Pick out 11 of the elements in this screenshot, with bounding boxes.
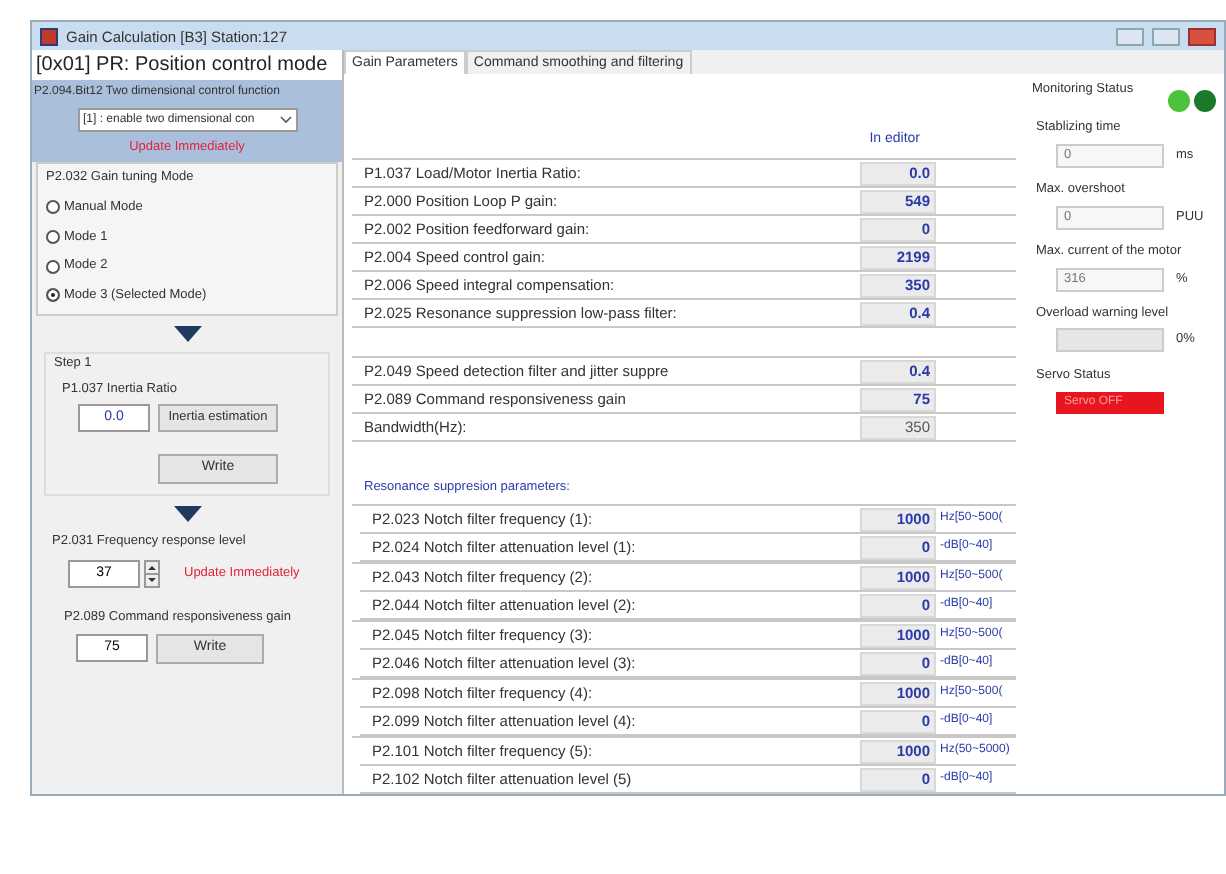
app-icon <box>40 27 58 46</box>
radio-button[interactable] <box>46 200 60 215</box>
spinner-icon[interactable] <box>144 560 160 588</box>
down-arrow-icon <box>173 325 201 342</box>
radio-button[interactable] <box>46 288 60 303</box>
close-button[interactable] <box>1188 27 1216 46</box>
down-arrow-icon <box>173 506 201 523</box>
mode-title: [0x01] PR: Position control mode <box>32 50 342 81</box>
radio-button[interactable] <box>46 229 60 244</box>
chevron-icon <box>279 116 291 125</box>
radio-button[interactable] <box>46 259 60 274</box>
